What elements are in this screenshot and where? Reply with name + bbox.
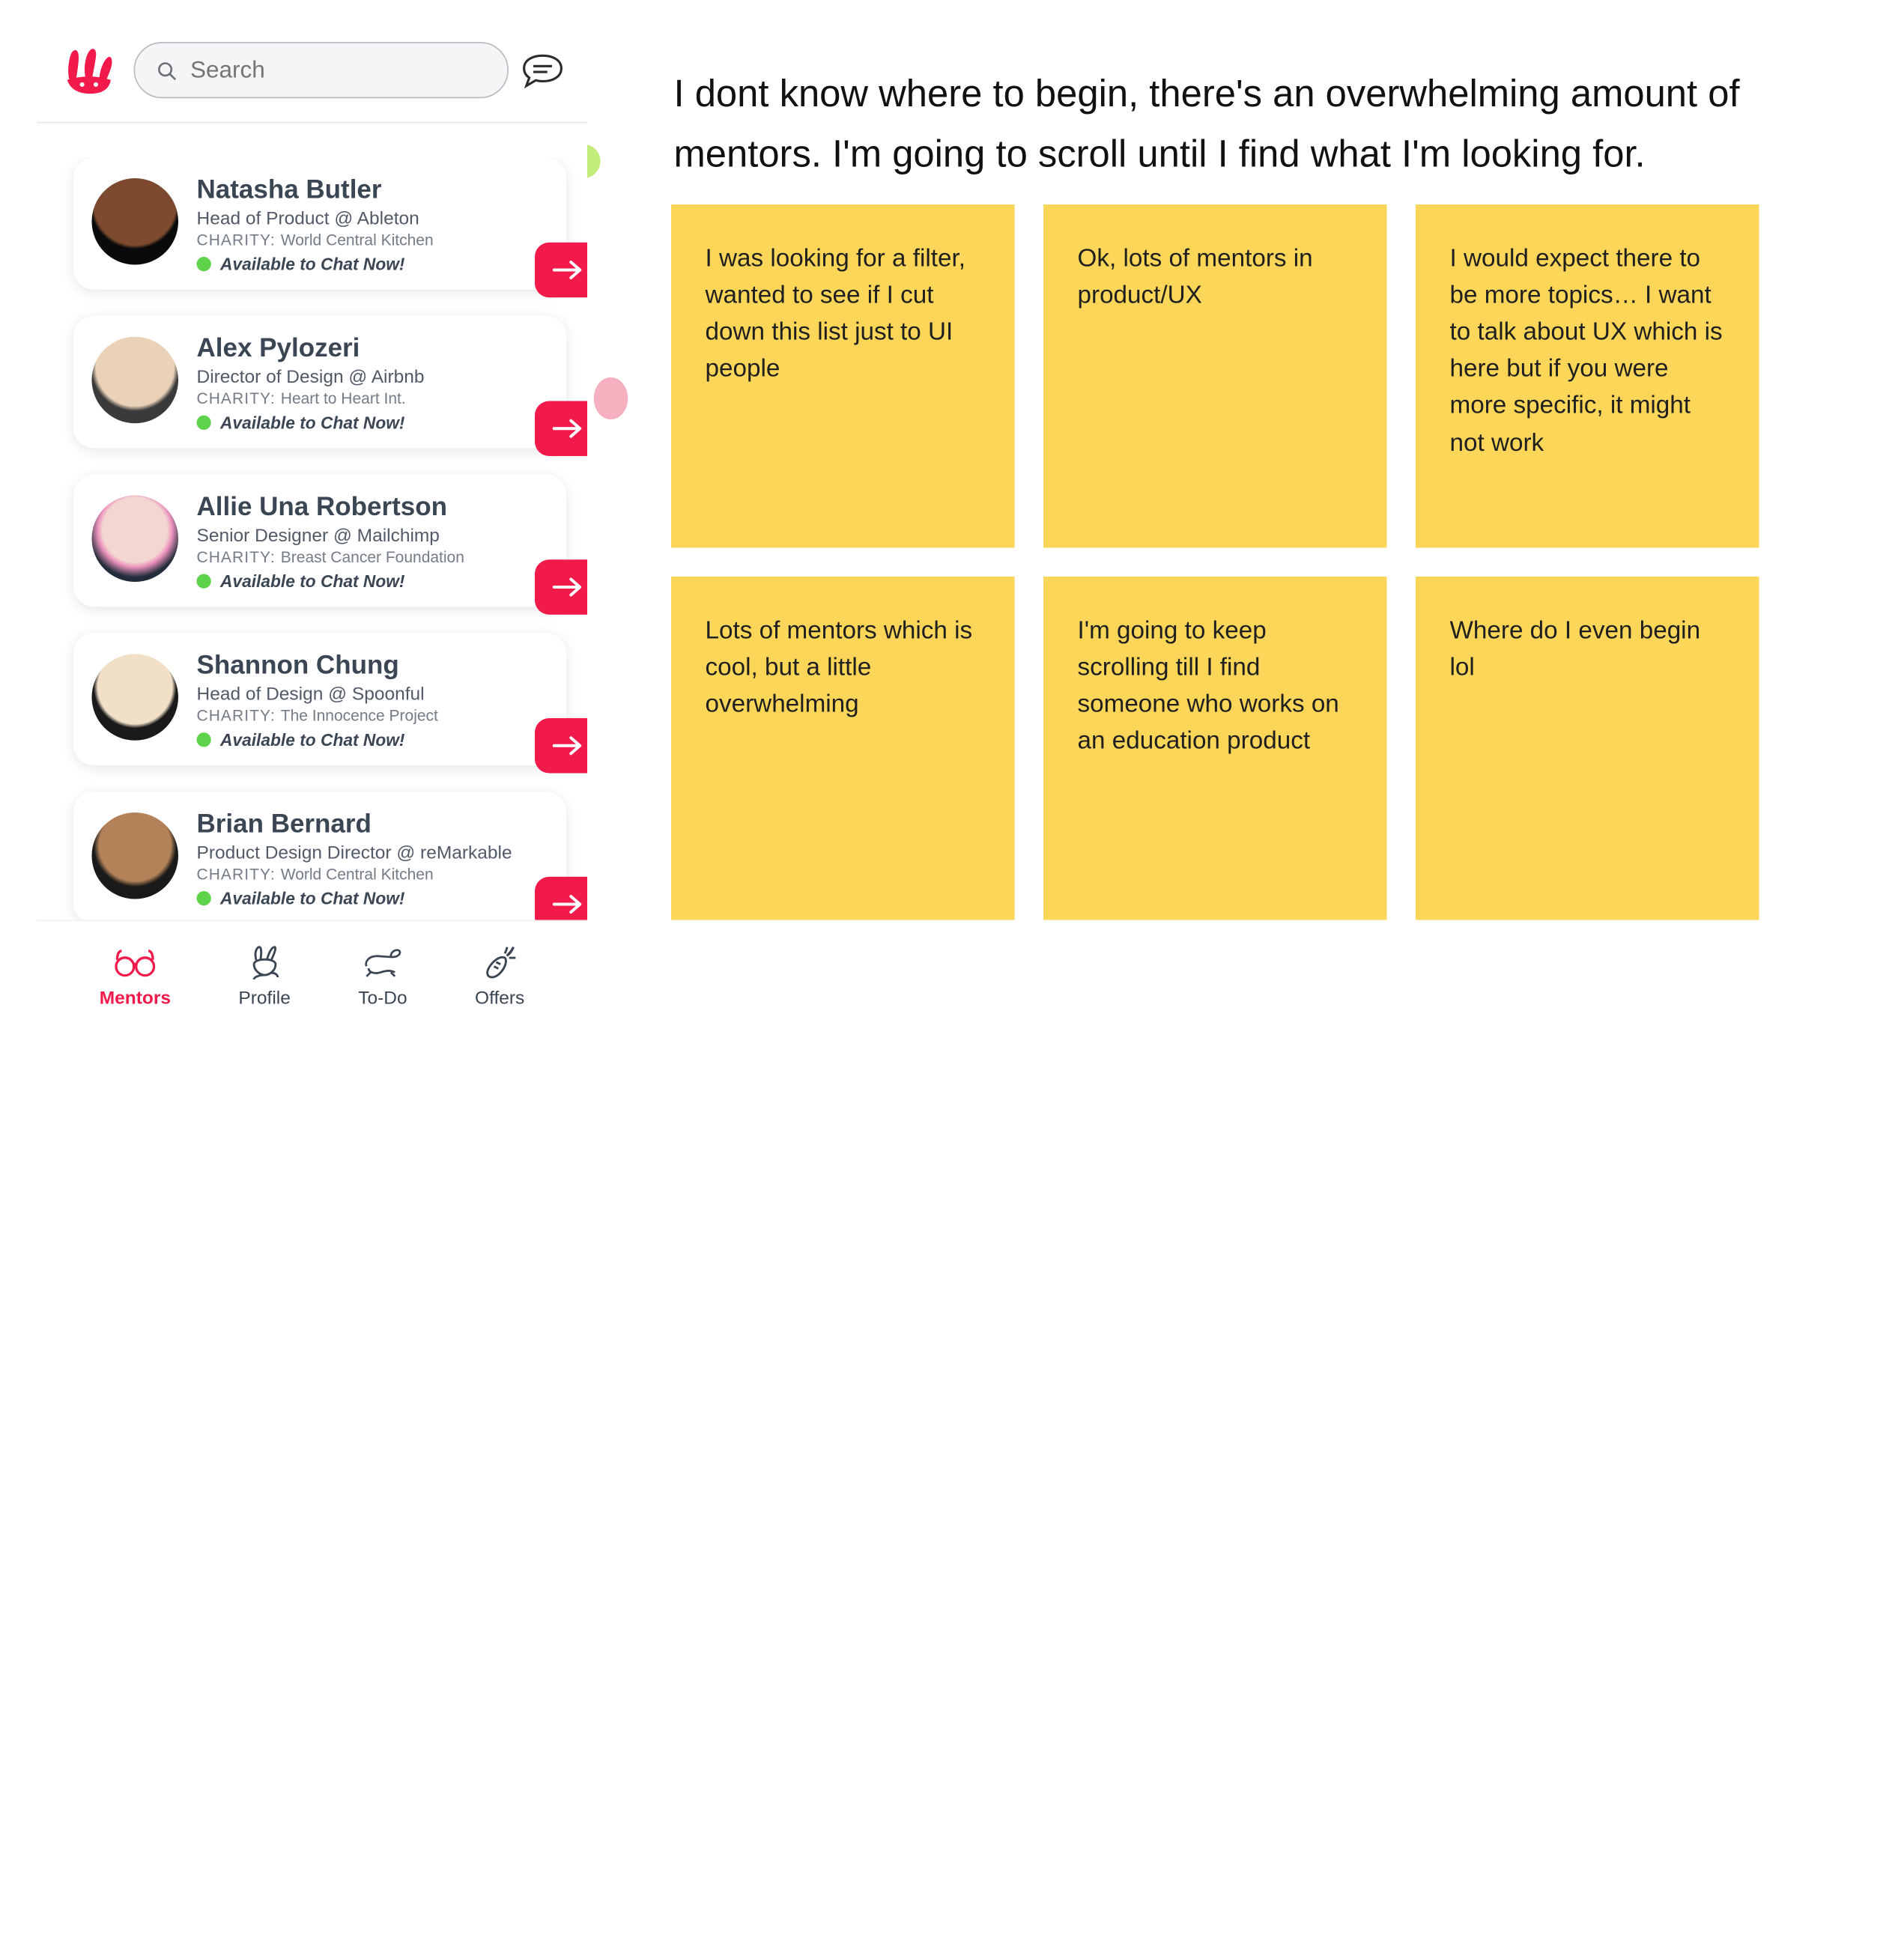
arrow-right-icon bbox=[552, 735, 583, 756]
rabbit-icon bbox=[242, 944, 287, 981]
availability-status: Available to Chat Now! bbox=[197, 255, 548, 274]
chat-icon[interactable] bbox=[522, 52, 564, 88]
arrow-right-icon bbox=[552, 260, 583, 281]
mentor-info: Shannon Chung Head of Design @ Spoonful … bbox=[197, 651, 548, 750]
online-dot-icon bbox=[197, 891, 211, 905]
mentor-card[interactable]: Alex Pylozeri Director of Design @ Airbn… bbox=[73, 316, 566, 449]
mentor-name: Alex Pylozeri bbox=[197, 334, 548, 364]
mentor-title: Product Design Director @ reMarkable bbox=[197, 842, 548, 863]
mentor-card[interactable]: Brian Bernard Product Design Director @ … bbox=[73, 792, 566, 924]
availability-status: Available to Chat Now! bbox=[197, 889, 548, 908]
search-input[interactable] bbox=[134, 42, 509, 98]
mentor-name: Allie Una Robertson bbox=[197, 493, 548, 523]
mentor-charity: CHARITY:The Innocence Project bbox=[197, 706, 548, 725]
nav-label: Offers bbox=[475, 986, 524, 1007]
sticky-note: Where do I even begin lol bbox=[1416, 577, 1759, 920]
mentor-charity: CHARITY:Breast Cancer Foundation bbox=[197, 548, 548, 567]
mentor-card[interactable]: Shannon Chung Head of Design @ Spoonful … bbox=[73, 633, 566, 765]
mentor-charity: CHARITY:World Central Kitchen bbox=[197, 865, 548, 884]
online-dot-icon bbox=[197, 732, 211, 747]
online-dot-icon bbox=[197, 574, 211, 589]
mentor-avatar bbox=[92, 337, 179, 424]
mentor-name: Shannon Chung bbox=[197, 651, 548, 681]
mentor-charity: CHARITY:World Central Kitchen bbox=[197, 231, 548, 249]
mentor-info: Alex Pylozeri Director of Design @ Airbn… bbox=[197, 334, 548, 432]
nav-todo[interactable]: To-Do bbox=[358, 944, 407, 1007]
search-icon bbox=[156, 58, 177, 82]
running-rabbit-icon bbox=[360, 944, 405, 981]
availability-status: Available to Chat Now! bbox=[197, 413, 548, 432]
open-mentor-button[interactable] bbox=[535, 401, 587, 457]
mentor-name: Natasha Butler bbox=[197, 176, 548, 206]
nav-mentors[interactable]: Mentors bbox=[100, 944, 171, 1007]
sticky-note: I would expect there to be more topics… … bbox=[1416, 204, 1759, 548]
mentor-name: Brian Bernard bbox=[197, 810, 548, 840]
nav-profile[interactable]: Profile bbox=[238, 944, 290, 1007]
mentor-avatar bbox=[92, 496, 179, 583]
mentor-info: Natasha Butler Head of Product @ Ableton… bbox=[197, 176, 548, 274]
mentor-info: Brian Bernard Product Design Director @ … bbox=[197, 810, 548, 908]
sticky-note: Ok, lots of mentors in product/UX bbox=[1043, 204, 1387, 548]
online-dot-icon bbox=[197, 257, 211, 271]
nav-label: To-Do bbox=[358, 986, 407, 1007]
online-dot-icon bbox=[197, 416, 211, 430]
arrow-right-icon bbox=[552, 577, 583, 598]
mentor-title: Head of Product @ Ableton bbox=[197, 207, 548, 228]
mentor-title: Head of Design @ Spoonful bbox=[197, 683, 548, 704]
open-mentor-button[interactable] bbox=[535, 718, 587, 774]
observation-headline: I dont know where to begin, there's an o… bbox=[674, 66, 1801, 186]
app-mockup: Natasha Butler Head of Product @ Ableton… bbox=[37, 26, 587, 1022]
mentor-avatar bbox=[92, 654, 179, 741]
nav-label: Profile bbox=[238, 986, 290, 1007]
glasses-icon bbox=[113, 944, 158, 981]
mentor-charity: CHARITY:Heart to Heart Int. bbox=[197, 389, 548, 408]
brand-logo-icon bbox=[61, 44, 116, 97]
mentor-list[interactable]: Natasha Butler Head of Product @ Ableton… bbox=[37, 157, 587, 944]
arrow-right-icon bbox=[552, 418, 583, 439]
sticky-notes-grid: I was looking for a filter, wanted to se… bbox=[671, 204, 1786, 920]
mentor-avatar bbox=[92, 813, 179, 899]
mentor-card[interactable]: Allie Una Robertson Senior Designer @ Ma… bbox=[73, 475, 566, 607]
sticky-note: I was looking for a filter, wanted to se… bbox=[671, 204, 1015, 548]
availability-status: Available to Chat Now! bbox=[197, 730, 548, 750]
app-header bbox=[37, 26, 587, 124]
sticky-note: I'm going to keep scrolling till I find … bbox=[1043, 577, 1387, 920]
carrot-icon bbox=[477, 944, 522, 981]
availability-status: Available to Chat Now! bbox=[197, 571, 548, 591]
mentor-title: Senior Designer @ Mailchimp bbox=[197, 524, 548, 545]
arrow-right-icon bbox=[552, 894, 583, 915]
mentor-avatar bbox=[92, 178, 179, 265]
mentor-info: Allie Una Robertson Senior Designer @ Ma… bbox=[197, 493, 548, 591]
search-field[interactable] bbox=[190, 56, 486, 84]
bottom-nav: Mentors Profile To-Do bbox=[37, 920, 587, 1023]
open-mentor-button[interactable] bbox=[535, 243, 587, 298]
nav-label: Mentors bbox=[100, 986, 171, 1007]
mentor-title: Director of Design @ Airbnb bbox=[197, 365, 548, 386]
mentor-card[interactable]: Natasha Butler Head of Product @ Ableton… bbox=[73, 157, 566, 290]
open-mentor-button[interactable] bbox=[535, 559, 587, 615]
nav-offers[interactable]: Offers bbox=[475, 944, 524, 1007]
sticky-note: Lots of mentors which is cool, but a lit… bbox=[671, 577, 1015, 920]
decorative-blob bbox=[594, 377, 628, 419]
